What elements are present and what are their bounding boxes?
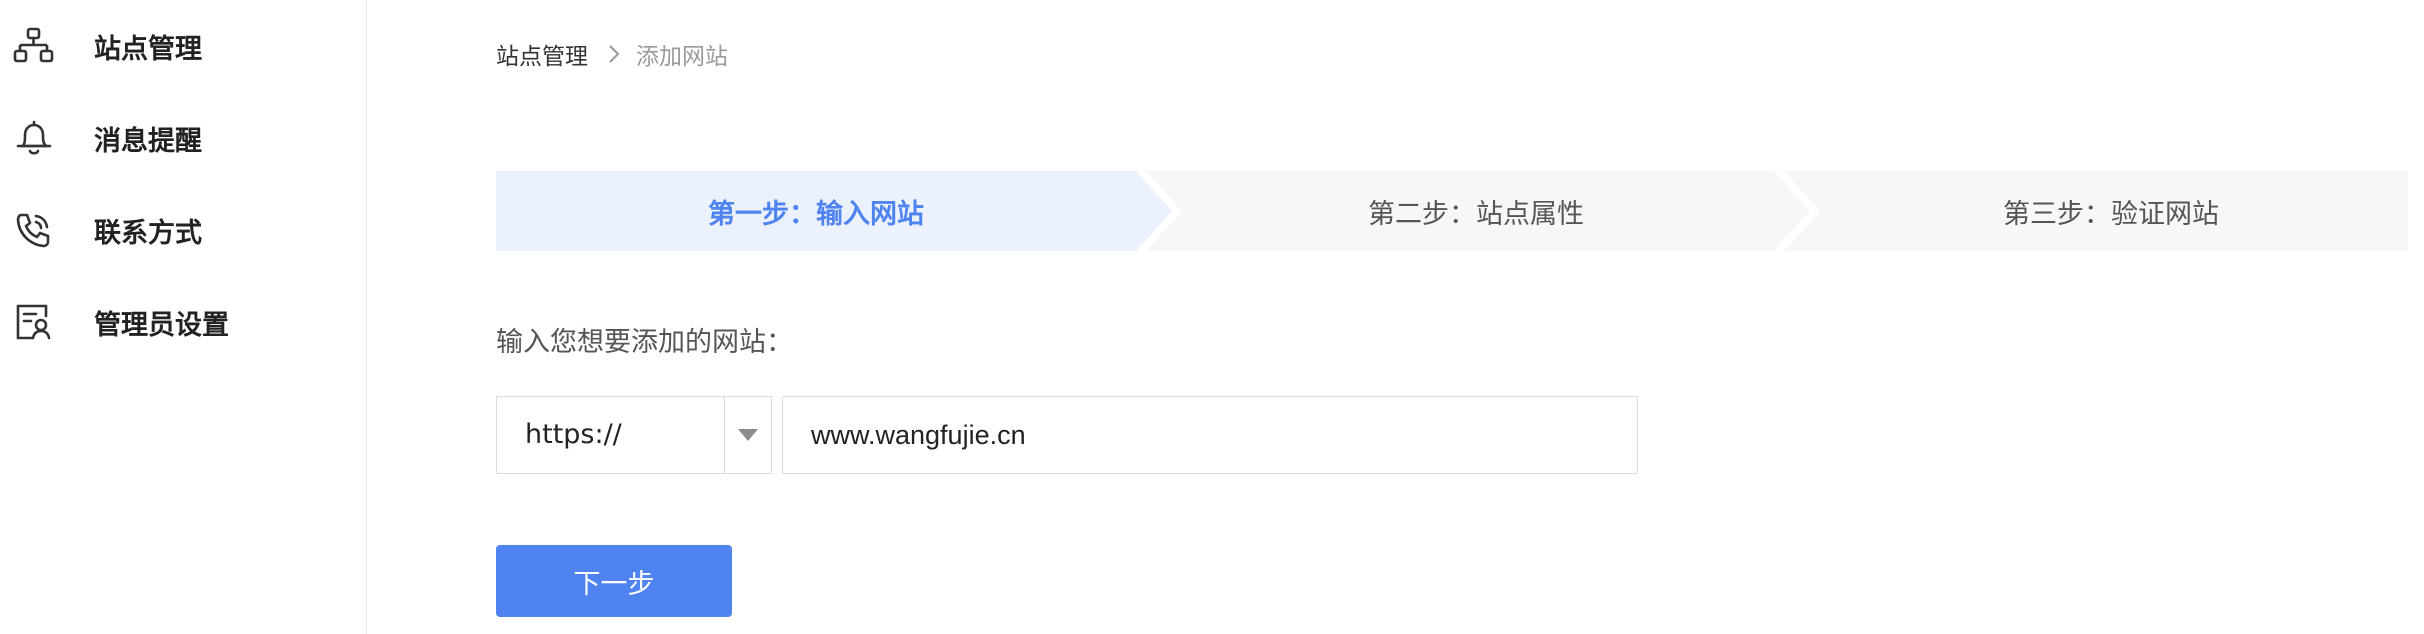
- phone-icon: [12, 208, 56, 252]
- admin-icon: [12, 300, 56, 344]
- sidebar-item-notifications[interactable]: 消息提醒: [0, 92, 366, 184]
- caret-down-icon[interactable]: [737, 427, 759, 446]
- breadcrumb-root-link[interactable]: 站点管理: [496, 37, 588, 71]
- sidebar: 站点管理 消息提醒 联系方式 管理员设置: [0, 0, 367, 634]
- bell-icon: [12, 116, 56, 160]
- breadcrumb-current: 添加网站: [636, 44, 728, 70]
- next-step-button[interactable]: 下一步: [496, 545, 732, 617]
- step-3: 第三步：验证网站: [2003, 198, 2219, 230]
- sidebar-item-label: 站点管理: [94, 33, 202, 65]
- sidebar-item-site-management[interactable]: 站点管理: [0, 0, 366, 92]
- url-prompt-label: 输入您想要添加的网站：: [496, 327, 793, 358]
- protocol-value: https://: [525, 419, 622, 450]
- website-url-input[interactable]: [782, 396, 1638, 474]
- step-2: 第二步：站点属性: [1368, 198, 1584, 230]
- sitemap-icon: [12, 24, 56, 68]
- sidebar-item-contact[interactable]: 联系方式: [0, 184, 366, 276]
- step-1: 第一步：输入网站: [708, 198, 924, 230]
- protocol-select[interactable]: https://: [496, 396, 772, 474]
- sidebar-item-label: 消息提醒: [94, 125, 202, 157]
- chevron-right-icon: [608, 44, 620, 64]
- sidebar-item-admin-settings[interactable]: 管理员设置: [0, 276, 366, 368]
- sidebar-item-label: 管理员设置: [94, 309, 229, 341]
- sidebar-item-label: 联系方式: [94, 217, 202, 249]
- breadcrumb: 站点管理 添加网站: [496, 34, 728, 74]
- select-divider: [724, 397, 725, 473]
- step-indicator: 第一步：输入网站 第二步：站点属性 第三步：验证网站: [496, 171, 2408, 251]
